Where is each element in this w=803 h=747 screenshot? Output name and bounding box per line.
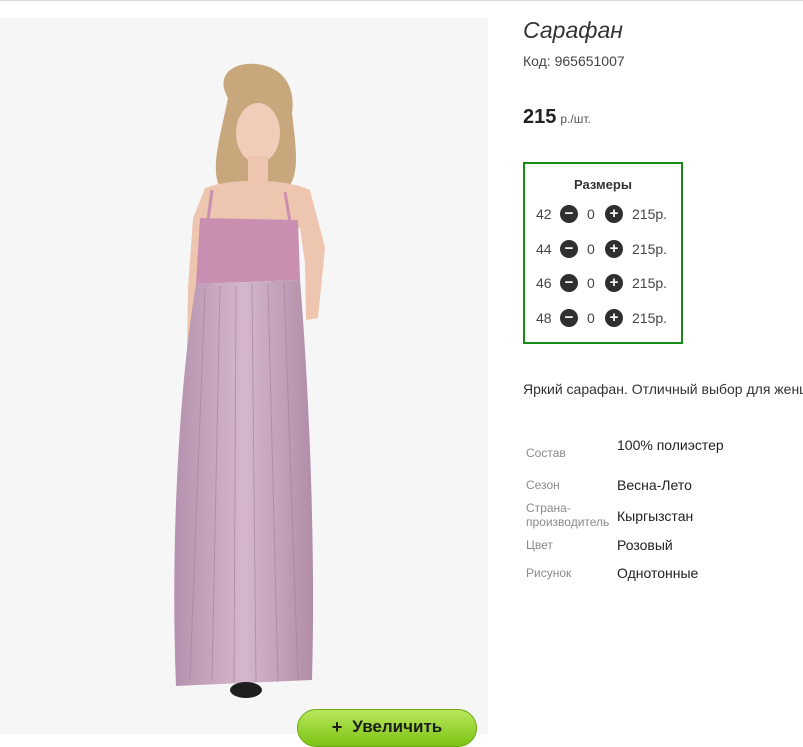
property-value: 100% полиэстер <box>617 437 724 453</box>
minus-icon[interactable]: − <box>560 274 578 292</box>
property-value: Однотонные <box>617 565 699 581</box>
product-code-label: Код: <box>523 53 551 69</box>
size-price: 215р. <box>632 241 668 257</box>
property-value: Кыргызстан <box>617 508 694 524</box>
size-quantity: 0 <box>587 275 595 291</box>
plus-icon[interactable]: + <box>605 205 623 223</box>
size-price: 215р. <box>632 206 668 222</box>
product-description: Яркий сарафан. Отличный выбор для женщин <box>523 381 803 397</box>
size-label: 46 <box>536 275 552 291</box>
size-row: 42 − 0 + 215р. <box>525 204 681 224</box>
plus-icon[interactable]: + <box>605 274 623 292</box>
property-label: Цвет <box>526 538 553 552</box>
size-label: 44 <box>536 241 552 257</box>
property-label: Состав <box>526 446 566 460</box>
sizes-panel: Размеры 42 − 0 + 215р. 44 − 0 + 215р. 46… <box>523 162 683 344</box>
dress-model-image <box>174 63 325 698</box>
property-label: Рисунок <box>526 566 572 580</box>
property-value: Весна-Лето <box>617 477 692 493</box>
size-price: 215р. <box>632 310 668 326</box>
size-quantity: 0 <box>587 310 595 326</box>
product-price: 215 р./шт. <box>523 106 591 129</box>
size-price: 215р. <box>632 275 668 291</box>
price-unit: р./шт. <box>560 112 591 126</box>
property-label: Сезон <box>526 478 560 492</box>
size-quantity: 0 <box>587 206 595 222</box>
size-label: 42 <box>536 206 552 222</box>
property-label: Страна-производитель <box>526 501 610 529</box>
plus-icon: + <box>331 717 343 737</box>
size-label: 48 <box>536 310 552 326</box>
minus-icon[interactable]: − <box>560 205 578 223</box>
top-divider <box>0 0 803 1</box>
sizes-title: Размеры <box>574 177 632 192</box>
size-row: 48 − 0 + 215р. <box>525 308 681 328</box>
price-value: 215 <box>523 106 557 128</box>
size-row: 46 − 0 + 215р. <box>525 273 681 293</box>
plus-icon[interactable]: + <box>605 309 623 327</box>
product-code-value: 965651007 <box>554 53 625 69</box>
size-quantity: 0 <box>587 241 595 257</box>
product-photo[interactable] <box>0 18 488 734</box>
plus-icon[interactable]: + <box>605 240 623 258</box>
size-row: 44 − 0 + 215р. <box>525 239 681 259</box>
minus-icon[interactable]: − <box>560 240 578 258</box>
property-value: Розовый <box>617 537 673 553</box>
zoom-button[interactable]: + Увеличить <box>297 709 477 747</box>
product-title: Сарафан <box>523 17 623 43</box>
minus-icon[interactable]: − <box>560 309 578 327</box>
product-code: Код: 965651007 <box>523 53 625 69</box>
zoom-button-label: Увеличить <box>352 717 443 736</box>
